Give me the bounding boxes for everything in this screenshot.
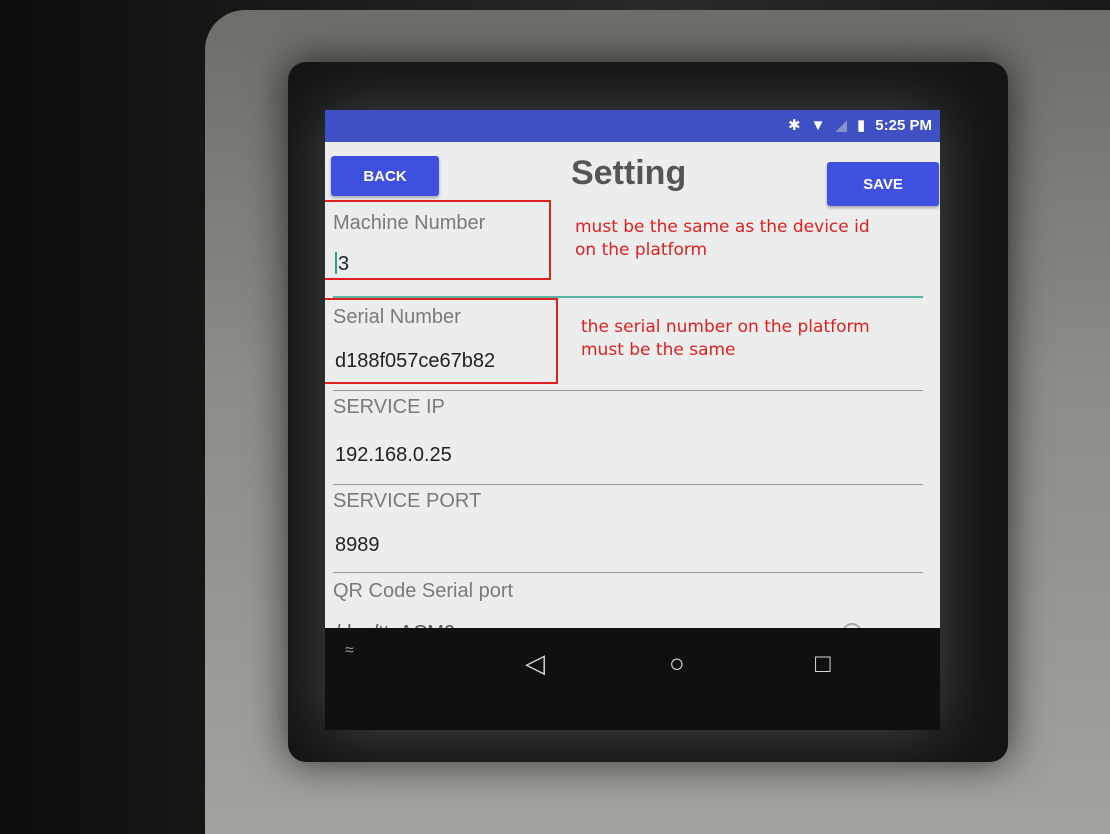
nav-home-icon[interactable]: ○	[669, 648, 685, 679]
qr-serial-port-label: QR Code Serial port	[333, 580, 514, 602]
service-port-field[interactable]: SERVICE PORT 8989	[333, 490, 923, 576]
save-button[interactable]: SAVE	[827, 162, 939, 206]
service-ip-input[interactable]: 192.168.0.25	[335, 444, 452, 467]
serial-number-highlight-box	[325, 298, 558, 384]
nav-back-icon[interactable]: ◁	[525, 648, 545, 679]
battery-icon: ▮	[857, 117, 866, 134]
signal-icon: ◢	[835, 117, 848, 134]
wifi-icon: ▼	[810, 117, 826, 134]
android-nav-bar: ≈ ◁ ○ □	[325, 628, 940, 730]
service-ip-field[interactable]: SERVICE IP 192.168.0.25	[333, 396, 923, 486]
device-screen: ✱ ▼ ◢ ▮ 5:25 PM BACK Setting SAVE Machin…	[325, 110, 940, 730]
status-bar: ✱ ▼ ◢ ▮ 5:25 PM	[325, 110, 940, 142]
machine-number-note: must be the same as the device id on the…	[575, 217, 870, 260]
status-time: 5:25 PM	[875, 117, 932, 134]
service-ip-label: SERVICE IP	[333, 396, 445, 418]
service-port-input[interactable]: 8989	[335, 534, 380, 557]
serial-number-note: the serial number on the platform must b…	[581, 317, 870, 360]
page-title: Setting	[571, 154, 687, 192]
machine-number-highlight-box	[325, 200, 551, 280]
bluetooth-icon: ✱	[788, 117, 801, 134]
menu-icon[interactable]: ≈	[345, 642, 354, 660]
nav-recent-icon[interactable]: □	[815, 648, 831, 679]
service-ip-underline	[333, 484, 923, 485]
service-port-label: SERVICE PORT	[333, 490, 482, 512]
service-port-underline	[333, 572, 923, 573]
back-button[interactable]: BACK	[331, 156, 439, 196]
serial-number-underline	[333, 390, 923, 391]
